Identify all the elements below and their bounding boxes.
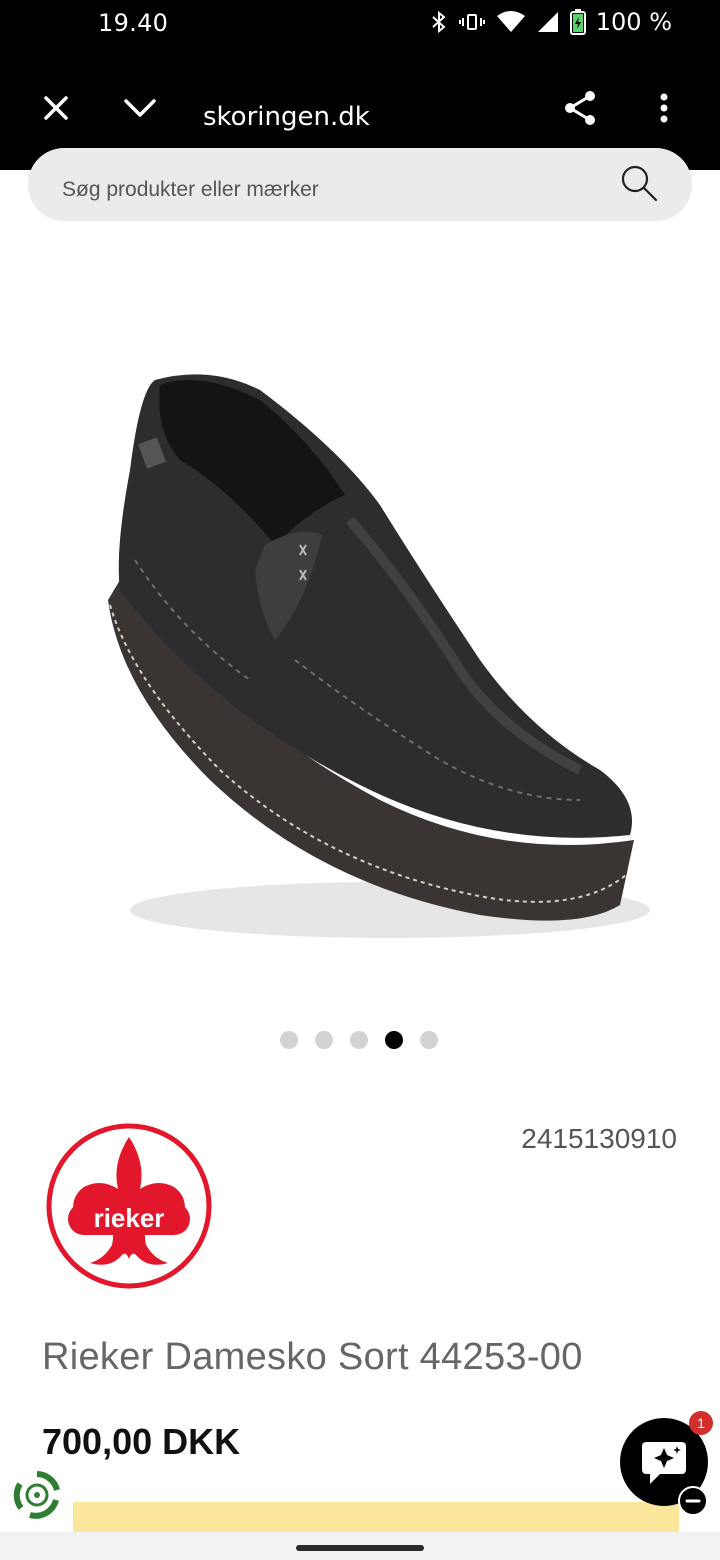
status-time: 19.40 (98, 9, 169, 37)
gallery-dot[interactable] (280, 1031, 298, 1049)
more-vert-icon (660, 93, 668, 123)
gallery-pagination (280, 1031, 438, 1049)
recycle-icon[interactable] (12, 1470, 62, 1520)
search-input[interactable] (62, 148, 602, 221)
gallery-dot[interactable] (420, 1031, 438, 1049)
status-bar: 19.40 100 % (0, 0, 720, 46)
battery-percentage: 100 % (595, 8, 672, 36)
product-sku: 2415130910 (521, 1123, 677, 1154)
search-bar[interactable] (28, 148, 692, 221)
minus-icon (685, 1499, 701, 1503)
page-url[interactable]: skoringen.dk (203, 102, 370, 132)
gallery-dot[interactable] (315, 1031, 333, 1049)
signal-icon (537, 12, 558, 32)
battery-icon (569, 9, 586, 35)
share-icon (565, 91, 595, 125)
product-price: 700,00 DKK (42, 1421, 241, 1462)
vibrate-icon (458, 14, 485, 30)
status-icons: 100 % (430, 8, 672, 36)
product-image[interactable] (60, 330, 680, 980)
wifi-icon (496, 11, 525, 32)
search-icon[interactable] (620, 164, 660, 204)
brand-logo[interactable]: rieker (46, 1123, 212, 1289)
bluetooth-icon (432, 10, 446, 34)
gallery-dot-active[interactable] (385, 1031, 403, 1049)
chevron-down-icon (124, 99, 156, 117)
chat-minimize-button[interactable] (678, 1486, 708, 1516)
chat-notification-badge: 1 (689, 1411, 713, 1435)
gesture-handle[interactable] (296, 1545, 424, 1551)
brand-logo-text: rieker (94, 1203, 165, 1233)
product-title: Rieker Damesko Sort 44253-00 (42, 1336, 583, 1378)
close-icon (44, 96, 68, 120)
gallery-dot[interactable] (350, 1031, 368, 1049)
add-to-cart-button[interactable] (73, 1502, 679, 1532)
